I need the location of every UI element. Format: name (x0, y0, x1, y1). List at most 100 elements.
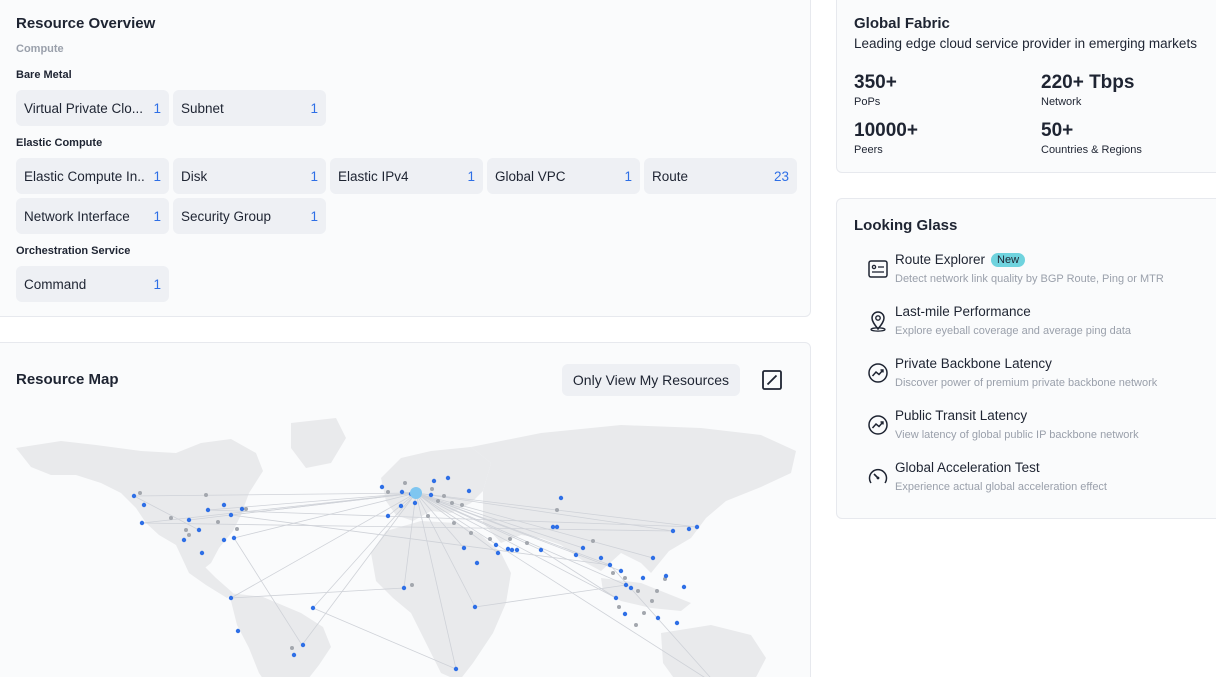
lg-item-last-mile-performance[interactable]: Last-mile Performance Explore eyeball co… (867, 304, 1216, 348)
resource-chip-disk[interactable]: Disk 1 (173, 158, 326, 194)
my-resource-node[interactable] (196, 527, 202, 533)
my-resource-node[interactable] (186, 517, 192, 523)
lg-item-private-backbone-latency[interactable]: Private Backbone Latency Discover power … (867, 356, 1216, 400)
world-map[interactable] (1, 403, 801, 677)
my-resource-node[interactable] (453, 666, 459, 672)
my-resource-node[interactable] (613, 595, 619, 601)
my-resource-node[interactable] (385, 513, 391, 519)
expand-icon[interactable] (761, 369, 783, 391)
network-node[interactable] (642, 611, 646, 615)
network-node[interactable] (187, 533, 191, 537)
network-node[interactable] (623, 576, 627, 580)
lg-item-global-acceleration-test[interactable]: Global Acceleration Test Experience actu… (867, 460, 1216, 504)
my-resource-node[interactable] (461, 545, 467, 551)
network-node[interactable] (410, 583, 414, 587)
my-resource-node[interactable] (231, 535, 237, 541)
network-node[interactable] (469, 531, 473, 535)
resource-chip-command[interactable]: Command 1 (16, 266, 169, 302)
network-node[interactable] (611, 571, 615, 575)
network-node[interactable] (386, 490, 390, 494)
my-resource-node[interactable] (655, 615, 661, 621)
network-node[interactable] (290, 646, 294, 650)
my-resource-node[interactable] (428, 492, 434, 498)
my-resource-node[interactable] (205, 507, 211, 513)
network-node[interactable] (617, 605, 621, 609)
network-node[interactable] (450, 501, 454, 505)
my-resource-node[interactable] (495, 550, 501, 556)
only-view-my-resources-button[interactable]: Only View My Resources (562, 364, 740, 396)
my-resource-node[interactable] (401, 585, 407, 591)
my-resource-node[interactable] (607, 562, 613, 568)
my-resource-node[interactable] (228, 595, 234, 601)
network-node[interactable] (634, 623, 638, 627)
my-resource-node[interactable] (466, 488, 472, 494)
my-resource-node[interactable] (623, 582, 629, 588)
network-node[interactable] (555, 508, 559, 512)
my-resource-node[interactable] (141, 502, 147, 508)
my-resource-node[interactable] (514, 547, 520, 553)
lg-item-public-transit-latency[interactable]: Public Transit Latency View latency of g… (867, 408, 1216, 452)
network-node[interactable] (525, 541, 529, 545)
my-resource-node[interactable] (228, 512, 234, 518)
my-resource-node[interactable] (493, 542, 499, 548)
my-resource-node[interactable] (628, 585, 634, 591)
my-resource-node[interactable] (399, 489, 405, 495)
network-node[interactable] (452, 521, 456, 525)
my-resource-node[interactable] (622, 611, 628, 617)
network-node[interactable] (138, 491, 142, 495)
my-resource-node[interactable] (379, 484, 385, 490)
my-resource-node[interactable] (300, 642, 306, 648)
my-resource-node[interactable] (474, 560, 480, 566)
my-resource-node[interactable] (509, 547, 515, 553)
my-resource-node[interactable] (694, 524, 700, 530)
network-node[interactable] (442, 494, 446, 498)
my-resource-node[interactable] (598, 555, 604, 561)
my-resource-node[interactable] (291, 652, 297, 658)
resource-chip-virtual-private-cloud[interactable]: Virtual Private Clo... 1 (16, 90, 169, 126)
my-resource-node[interactable] (131, 493, 137, 499)
my-resource-node[interactable] (550, 524, 556, 530)
my-resource-node[interactable] (221, 537, 227, 543)
my-resource-node[interactable] (538, 547, 544, 553)
lg-item-route-explorer[interactable]: Route Explorer New Detect network link qu… (867, 252, 1216, 296)
my-resource-node[interactable] (663, 573, 669, 579)
network-node[interactable] (650, 599, 654, 603)
my-resource-node[interactable] (398, 503, 404, 509)
network-node[interactable] (216, 520, 220, 524)
network-node[interactable] (184, 528, 188, 532)
network-node[interactable] (508, 537, 512, 541)
my-resource-node[interactable] (235, 628, 241, 634)
my-resource-node[interactable] (558, 495, 564, 501)
network-node[interactable] (430, 487, 434, 491)
my-resource-node[interactable] (681, 584, 687, 590)
network-node[interactable] (488, 537, 492, 541)
resource-chip-route[interactable]: Route 23 (644, 158, 797, 194)
my-resource-node[interactable] (139, 520, 145, 526)
network-node[interactable] (636, 589, 640, 593)
my-resource-node[interactable] (239, 506, 245, 512)
network-node[interactable] (591, 539, 595, 543)
network-node[interactable] (655, 589, 659, 593)
my-resource-node[interactable] (412, 500, 418, 506)
network-node[interactable] (460, 503, 464, 507)
my-resource-node[interactable] (431, 478, 437, 484)
network-node[interactable] (244, 507, 248, 511)
resource-chip-security-group[interactable]: Security Group 1 (173, 198, 326, 234)
network-node[interactable] (426, 514, 430, 518)
my-resource-node[interactable] (181, 537, 187, 543)
network-node[interactable] (436, 499, 440, 503)
resource-chip-subnet[interactable]: Subnet 1 (173, 90, 326, 126)
my-resource-node[interactable] (445, 475, 451, 481)
my-resource-node[interactable] (618, 568, 624, 574)
my-resource-node[interactable] (199, 550, 205, 556)
my-resource-node[interactable] (640, 575, 646, 581)
resource-chip-global-vpc[interactable]: Global VPC 1 (487, 158, 640, 194)
resource-chip-elastic-ipv4[interactable]: Elastic IPv4 1 (330, 158, 483, 194)
hub-node[interactable] (410, 487, 422, 499)
my-resource-node[interactable] (670, 528, 676, 534)
my-resource-node[interactable] (650, 555, 656, 561)
my-resource-node[interactable] (573, 552, 579, 558)
my-resource-node[interactable] (554, 524, 560, 530)
network-node[interactable] (235, 527, 239, 531)
my-resource-node[interactable] (674, 620, 680, 626)
